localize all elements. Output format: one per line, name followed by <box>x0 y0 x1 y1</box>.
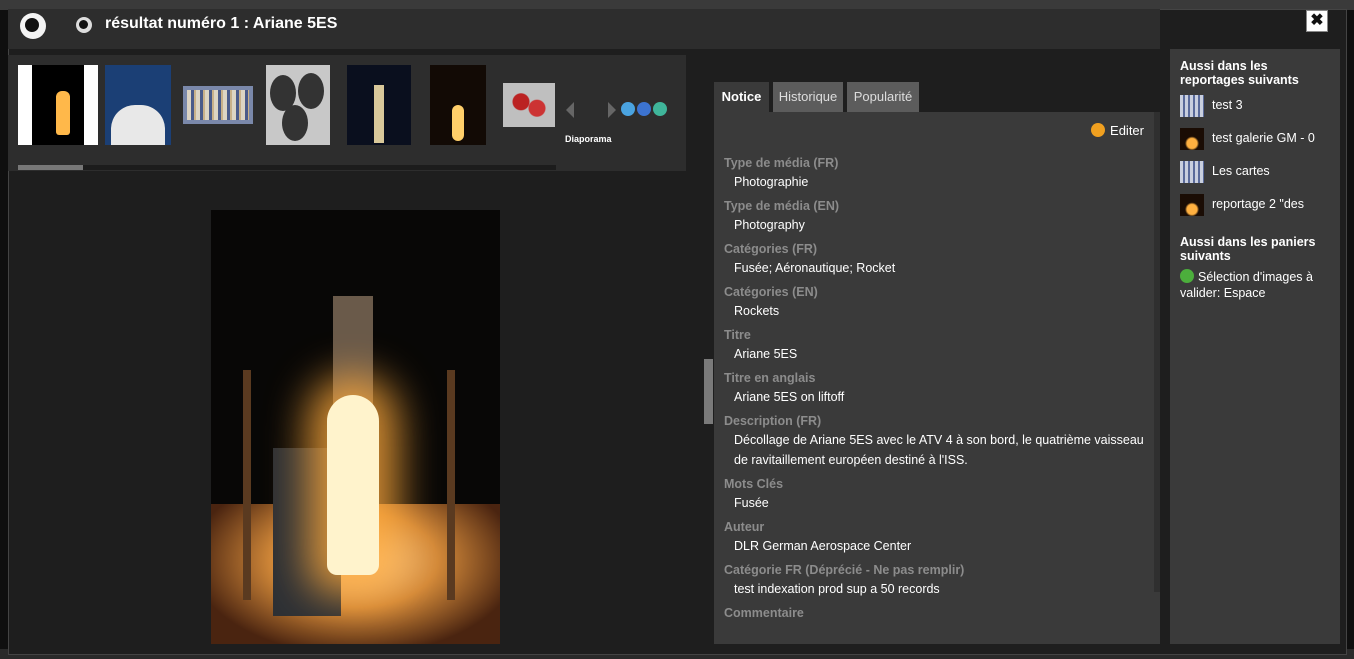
basket-item[interactable]: Sélection d'images à valider: Espace <box>1170 263 1340 301</box>
globe-icon <box>20 13 46 39</box>
carousel-prev-arrow-icon[interactable] <box>566 102 574 118</box>
field-value: Ariane 5ES <box>734 347 798 361</box>
result-title: résultat numéro 1 : Ariane 5ES <box>105 15 338 32</box>
basket-icon[interactable] <box>621 102 635 116</box>
reportage-label: test 3 <box>1212 98 1243 112</box>
field-label: Type de média (EN) <box>724 199 840 213</box>
thumbnail-launch-night[interactable] <box>18 65 98 145</box>
basket-label: Sélection d'images à valider: Espace <box>1180 270 1313 300</box>
notice-scrollbar[interactable] <box>1154 112 1160 592</box>
reportage-label: test galerie GM - 0 <box>1212 131 1315 145</box>
related-panel: Aussi dans les reportages suivants test … <box>1170 49 1340 644</box>
field-label: Type de média (FR) <box>724 156 839 170</box>
carousel-scrollbar[interactable] <box>18 165 83 170</box>
edit-button[interactable]: Editer <box>1091 123 1144 138</box>
reportage-item[interactable]: Les cartes <box>1180 159 1340 192</box>
reportage-label: reportage 2 "des <box>1212 197 1304 211</box>
print-icon[interactable] <box>637 102 651 116</box>
carousel-scroll-track <box>18 165 556 170</box>
thumbnail-liftoff[interactable] <box>430 65 486 145</box>
thumbnail-launch-day[interactable] <box>105 65 171 145</box>
reportage-thumbnail <box>1180 128 1204 150</box>
resize-handle[interactable] <box>704 359 713 424</box>
export-icon[interactable] <box>653 102 667 116</box>
field-label: Catégorie FR (Déprécié - Ne pas remplir) <box>724 563 965 577</box>
notice-panel: Editer Type de média (FR) Photographie T… <box>714 112 1160 644</box>
basket-icon <box>1180 269 1194 283</box>
field-label: Mots Clés <box>724 477 784 491</box>
reportage-item[interactable]: reportage 2 "des <box>1180 192 1340 225</box>
tab-historique[interactable]: Historique <box>773 82 843 112</box>
thumbnail-red-objects[interactable] <box>503 83 555 127</box>
main-image <box>211 210 500 644</box>
thumbnail-engine-nozzles[interactable] <box>266 65 330 145</box>
field-label: Description (FR) <box>724 414 822 428</box>
field-label: Commentaire <box>724 606 804 620</box>
edit-icon <box>1091 123 1106 137</box>
field-value: Photography <box>734 218 805 232</box>
field-label: Catégories (EN) <box>724 285 818 299</box>
field-value: Rockets <box>734 304 780 318</box>
diaporama-link[interactable]: Diaporama <box>565 134 612 144</box>
reportage-thumbnail <box>1180 161 1204 183</box>
reportage-thumbnail <box>1180 95 1204 117</box>
thumbnail-rocket-models[interactable] <box>183 86 253 124</box>
field-value: Décollage de Ariane 5ES avec le ATV 4 à … <box>734 433 1144 467</box>
carousel-next-arrow-icon[interactable] <box>608 102 616 118</box>
field-value: Fusée; Aéronautique; Rocket <box>734 261 896 275</box>
thumbnail-carousel: Diaporama <box>8 55 686 171</box>
reportages-list: test 3 test galerie GM - 0 Les cartes re… <box>1170 87 1340 225</box>
close-button[interactable]: ✖ <box>1306 10 1328 32</box>
modal-header: résultat numéro 1 : Ariane 5ES <box>8 9 1160 49</box>
edit-label: Editer <box>1110 123 1144 138</box>
reportage-thumbnail <box>1180 194 1204 216</box>
reportage-item[interactable]: test 3 <box>1180 93 1340 126</box>
field-label: Catégories (FR) <box>724 242 818 256</box>
field-value: Ariane 5ES on liftoff <box>734 390 845 404</box>
field-value: Fusée <box>734 496 769 510</box>
reportages-heading: Aussi dans les reportages suivants <box>1180 59 1299 87</box>
metadata-fields: Type de média (FR) Photographie Type de … <box>724 155 1150 622</box>
thumbnail-launchpad-night[interactable] <box>347 65 411 145</box>
baskets-heading: Aussi dans les paniers suivants <box>1180 235 1316 263</box>
field-label: Auteur <box>724 520 765 534</box>
tab-notice[interactable]: Notice <box>714 82 769 112</box>
field-label: Titre <box>724 328 751 342</box>
field-label: Titre en anglais <box>724 371 816 385</box>
field-value: test indexation prod sup a 50 records <box>734 582 940 596</box>
reportage-item[interactable]: test galerie GM - 0 <box>1180 126 1340 159</box>
field-value: Photographie <box>734 175 809 189</box>
reportage-label: Les cartes <box>1212 164 1270 178</box>
tab-popularite[interactable]: Popularité <box>847 82 919 112</box>
field-value: DLR German Aerospace Center <box>734 539 912 553</box>
globe-icon-small <box>76 17 92 33</box>
